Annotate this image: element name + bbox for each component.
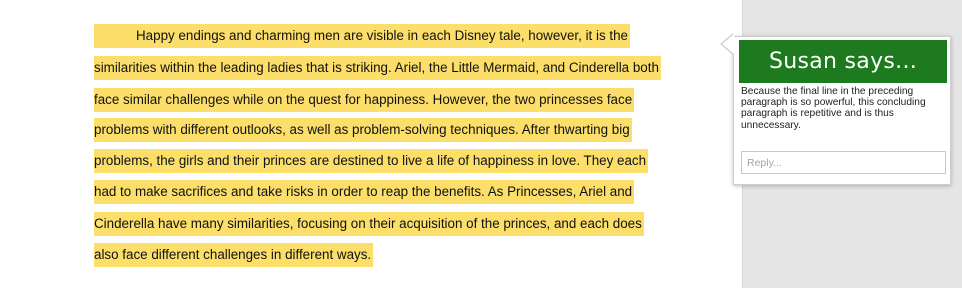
comment-card[interactable]: Susan says... Because the final line in … [733,36,951,185]
paragraph-line: Happy endings and charming men are visib… [94,24,631,48]
paragraph-line: Cinderella have many similarities, focus… [94,212,644,236]
paragraph-line: problems with different outlooks, as wel… [94,118,632,142]
paragraph-line: face similar challenges while on the que… [94,88,635,112]
reply-input[interactable] [741,151,946,174]
paragraph-line: problems, the girls and their princes ar… [94,149,649,173]
paragraph-line: had to make sacrifices and take risks in… [94,180,635,204]
document-page: Happy endings and charming men are visib… [0,0,743,288]
paragraph-line: also face different challenges in differ… [94,243,374,267]
paragraph-line: similarities within the leading ladies t… [94,56,661,80]
comment-text: Because the final line in the preceding … [741,86,926,131]
comment-pointer [722,34,734,54]
comment-author-header: Susan says... [739,40,947,83]
